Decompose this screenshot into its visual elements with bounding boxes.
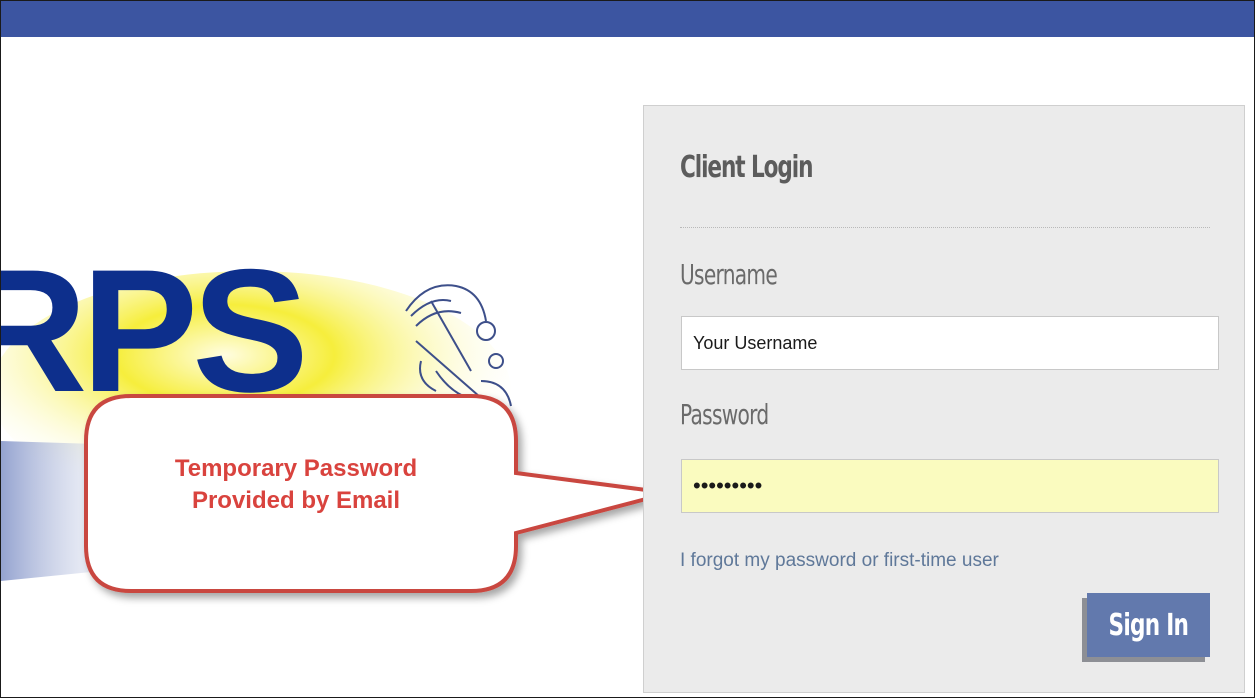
callout-text: Temporary Password Provided by Email bbox=[101, 453, 491, 517]
username-input[interactable]: Your Username bbox=[681, 316, 1219, 370]
panel-title: Client Login bbox=[680, 150, 814, 185]
callout-line-1: Temporary Password bbox=[174, 455, 418, 482]
callout-line-2: Provided by Email bbox=[191, 487, 401, 514]
forgot-password-link[interactable]: I forgot my password or first-time user bbox=[680, 550, 999, 572]
company-logo: RPS bbox=[1, 241, 601, 621]
top-nav-bar bbox=[1, 1, 1254, 37]
sign-in-label: Sign In bbox=[1108, 607, 1189, 643]
title-divider bbox=[680, 227, 1210, 228]
logo-lettering: RPS bbox=[1, 241, 303, 429]
password-input[interactable]: ••••••••• bbox=[681, 459, 1219, 513]
password-label: Password bbox=[680, 398, 769, 431]
sign-in-button[interactable]: Sign In bbox=[1087, 593, 1210, 657]
username-label: Username bbox=[680, 258, 778, 291]
page-frame: RPS Temporary Password bbox=[0, 0, 1255, 698]
client-login-panel: Client Login Username Your Username Pass… bbox=[643, 105, 1245, 693]
